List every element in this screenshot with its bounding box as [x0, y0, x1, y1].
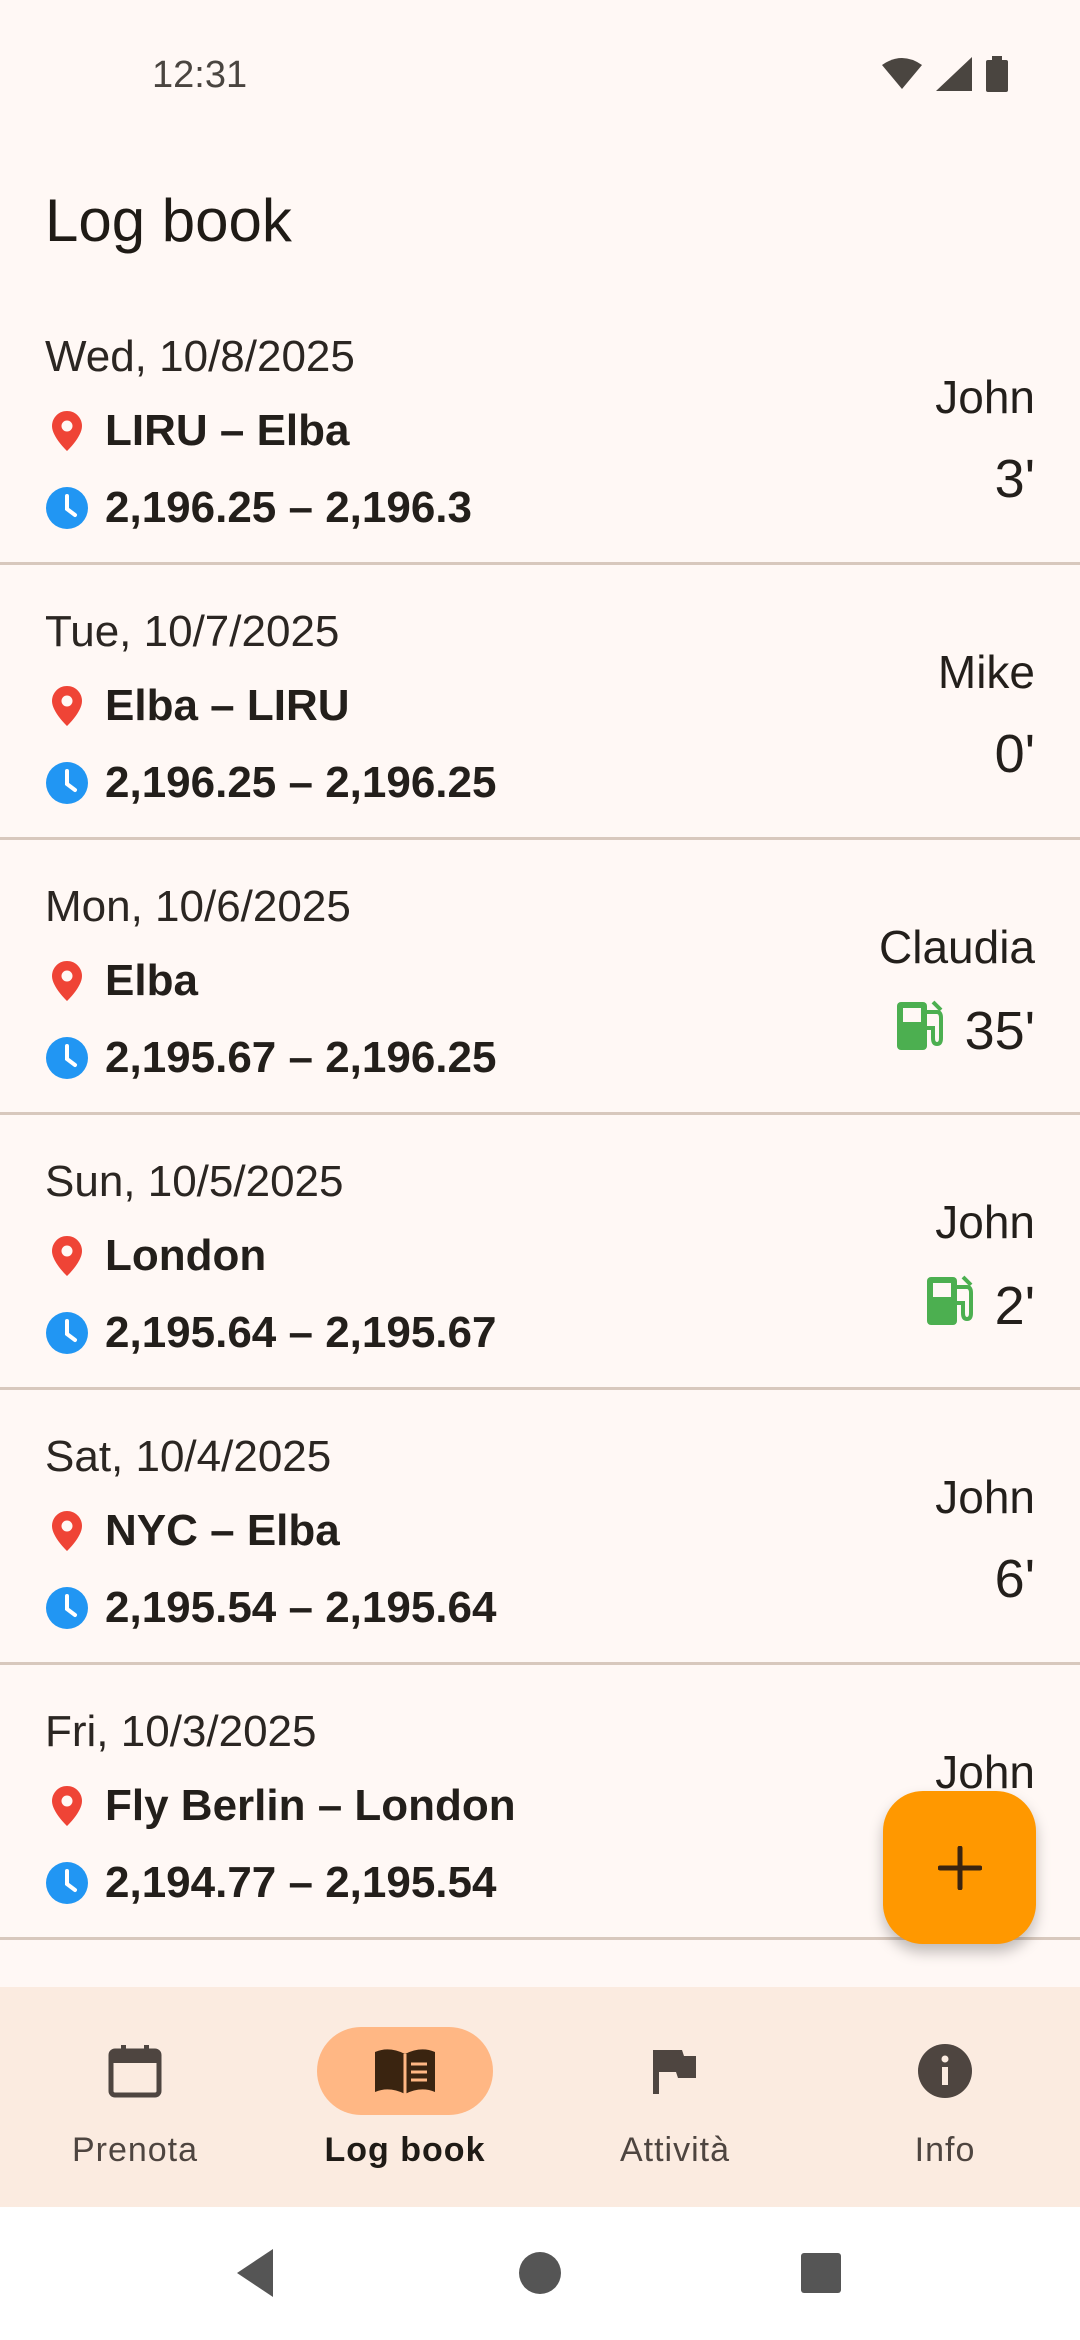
- flag-icon: [653, 2050, 696, 2094]
- entry-route-text: Elba: [105, 956, 198, 1005]
- nav-pill: [857, 2027, 1033, 2115]
- list-item[interactable]: Tue, 10/7/2025 Elba – LIRU 2,196.25 – 2,…: [0, 565, 1080, 840]
- clock-icon: [45, 1311, 89, 1355]
- entry-hours: 2,195.54 – 2,195.64: [45, 1583, 496, 1633]
- nav-label: Info: [914, 2131, 976, 2169]
- entry-duration: 2': [926, 1273, 1035, 1338]
- entry-route: London: [45, 1231, 266, 1281]
- entry-date: Tue, 10/7/2025: [45, 607, 340, 656]
- fuel-pump-icon: [896, 998, 945, 1063]
- entry-route-text: Fly Berlin – London: [105, 1781, 516, 1830]
- entry-duration: 3': [995, 448, 1035, 510]
- clock-icon: [45, 486, 89, 530]
- list-item[interactable]: Mon, 10/6/2025 Elba 2,195.67 – 2,196.25 …: [0, 840, 1080, 1115]
- entry-hours-text: 2,195.54 – 2,195.64: [105, 1583, 497, 1632]
- location-pin-icon: [45, 1234, 89, 1278]
- entry-hours: 2,196.25 – 2,196.3: [45, 483, 472, 533]
- entry-hours-text: 2,196.25 – 2,196.3: [105, 483, 472, 532]
- entry-pilot: Mike: [937, 646, 1035, 698]
- calendar-icon: [108, 2045, 162, 2098]
- back-icon[interactable]: [233, 2247, 277, 2299]
- entry-duration: 35': [896, 998, 1035, 1063]
- entry-route-text: Elba – LIRU: [105, 681, 350, 730]
- entry-date: Sat, 10/4/2025: [45, 1432, 332, 1481]
- list-item[interactable]: Sun, 10/5/2025 London 2,195.64 – 2,195.6…: [0, 1115, 1080, 1390]
- entry-date: Fri, 10/3/2025: [45, 1707, 317, 1756]
- list-item[interactable]: Wed, 10/8/2025 LIRU – Elba 2,196.25 – 2,…: [0, 290, 1080, 565]
- fuel-pump-icon: [926, 1273, 975, 1338]
- entry-date: Wed, 10/8/2025: [45, 332, 355, 381]
- location-pin-icon: [45, 684, 89, 728]
- entry-hours-text: 2,195.64 – 2,195.67: [105, 1308, 497, 1357]
- entry-route-text: NYC – Elba: [105, 1506, 340, 1555]
- info-icon: [918, 2044, 972, 2098]
- entry-pilot: John: [935, 1471, 1035, 1523]
- entry-hours: 2,194.77 – 2,195.54: [45, 1858, 496, 1908]
- entry-route: Elba – LIRU: [45, 681, 350, 731]
- entry-duration-text: 2': [994, 1275, 1035, 1336]
- entry-duration: 6': [995, 1548, 1035, 1610]
- entry-route: NYC – Elba: [45, 1506, 340, 1556]
- entry-route-text: LIRU – Elba: [105, 406, 350, 455]
- bottom-navigation: Prenota Log book Attività Info: [0, 1987, 1080, 2207]
- nav-label: Prenota: [71, 2131, 199, 2169]
- nav-label: Log book: [324, 2131, 486, 2169]
- entry-route: LIRU – Elba: [45, 406, 350, 456]
- clock-icon: [45, 1036, 89, 1080]
- list-item[interactable]: Sat, 10/4/2025 NYC – Elba 2,195.54 – 2,1…: [0, 1390, 1080, 1665]
- entry-duration-text: 0': [994, 724, 1035, 784]
- add-entry-button[interactable]: [883, 1791, 1036, 1944]
- entry-hours: 2,195.67 – 2,196.25: [45, 1033, 496, 1083]
- location-pin-icon: [45, 959, 89, 1003]
- entry-hours-text: 2,194.77 – 2,195.54: [105, 1858, 497, 1907]
- recents-icon[interactable]: [799, 2247, 843, 2299]
- nav-pill-active: [317, 2027, 493, 2115]
- nav-item-attivita[interactable]: Attività: [540, 1987, 810, 2207]
- entry-hours: 2,196.25 – 2,196.25: [45, 758, 496, 808]
- status-bar: 12:31: [0, 0, 1080, 150]
- status-time: 12:31: [152, 54, 248, 96]
- entry-hours-text: 2,196.25 – 2,196.25: [105, 758, 497, 807]
- battery-icon: [986, 56, 1008, 92]
- entry-route: Fly Berlin – London: [45, 1781, 516, 1831]
- book-icon: [375, 2049, 435, 2094]
- nav-label: Attività: [619, 2131, 731, 2169]
- status-icons: [882, 56, 1008, 92]
- location-pin-icon: [45, 409, 89, 453]
- plus-icon: [937, 1845, 982, 1890]
- entry-route-text: London: [105, 1231, 267, 1280]
- home-icon[interactable]: [518, 2247, 562, 2299]
- entry-duration-text: 35': [964, 1000, 1035, 1061]
- clock-icon: [45, 761, 89, 805]
- nav-item-prenota[interactable]: Prenota: [0, 1987, 270, 2207]
- page-title: Log book: [45, 187, 292, 254]
- entry-duration-text: 6': [994, 1549, 1035, 1609]
- nav-pill: [47, 2027, 223, 2115]
- entry-duration-text: 3': [994, 449, 1035, 509]
- nav-pill: [587, 2027, 763, 2115]
- clock-icon: [45, 1586, 89, 1630]
- app-bar: Log book: [0, 150, 1080, 290]
- entry-route: Elba: [45, 956, 198, 1006]
- entry-pilot: John: [935, 371, 1035, 423]
- location-pin-icon: [45, 1784, 89, 1828]
- nav-item-log-book[interactable]: Log book: [270, 1987, 540, 2207]
- log-list[interactable]: Wed, 10/8/2025 LIRU – Elba 2,196.25 – 2,…: [0, 290, 1080, 1940]
- entry-pilot: Claudia: [879, 921, 1035, 973]
- system-navigation-bar: [0, 2207, 1080, 2340]
- entry-pilot: John: [935, 1196, 1035, 1248]
- clock-icon: [45, 1861, 89, 1905]
- entry-date: Sun, 10/5/2025: [45, 1157, 344, 1206]
- wifi-icon: [882, 58, 922, 89]
- entry-hours-text: 2,195.67 – 2,196.25: [105, 1033, 497, 1082]
- entry-hours: 2,195.64 – 2,195.67: [45, 1308, 496, 1358]
- signal-icon: [936, 57, 972, 91]
- nav-item-info[interactable]: Info: [810, 1987, 1080, 2207]
- location-pin-icon: [45, 1509, 89, 1553]
- entry-date: Mon, 10/6/2025: [45, 882, 351, 931]
- entry-duration: 0': [995, 723, 1035, 785]
